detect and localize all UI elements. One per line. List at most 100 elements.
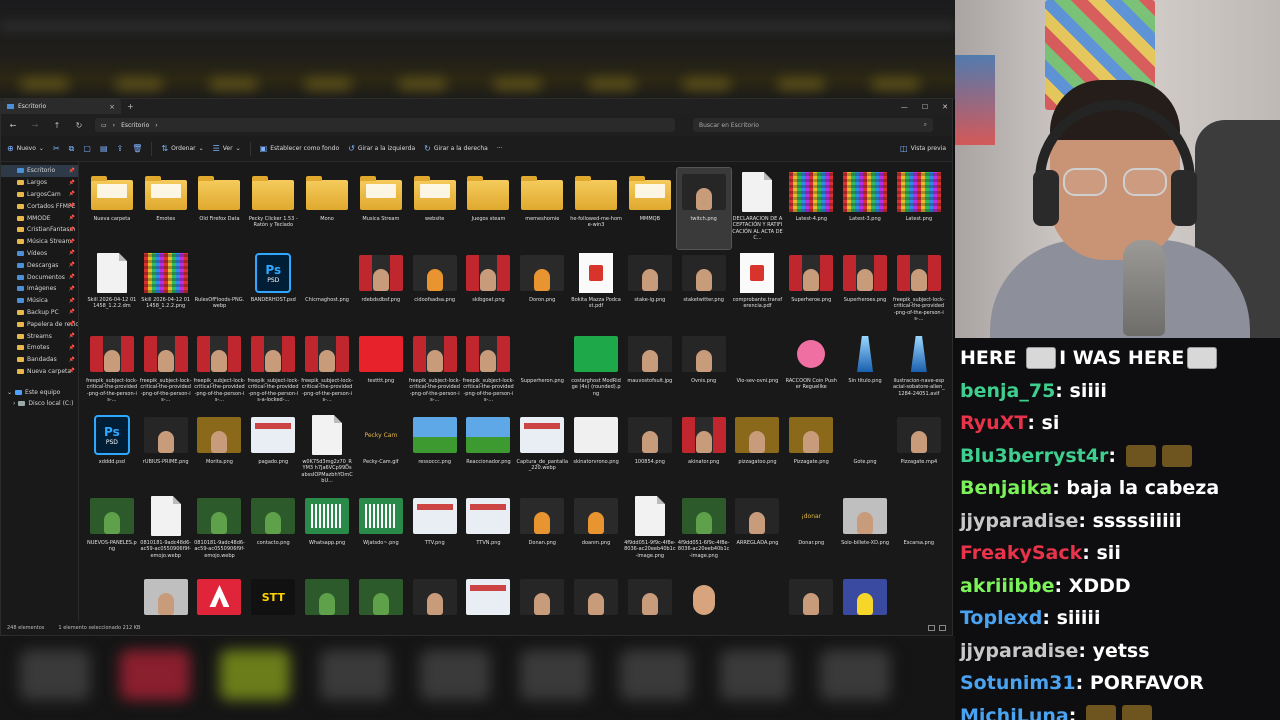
file-item[interactable]: 3.png [677, 573, 731, 622]
search-input[interactable]: Buscar en Escritorio ⌕ [693, 118, 933, 132]
view-button[interactable]: ☰ Ver ⌄ [213, 144, 241, 153]
file-item[interactable]: minecrafterios.png [300, 573, 354, 622]
new-button[interactable]: ⊕ Nuevo ⌄ [7, 144, 44, 153]
file-item[interactable]: ARREGLADA.png [731, 492, 785, 573]
file-item[interactable]: doanm.png [569, 492, 623, 573]
file-item[interactable]: STT[Stories to Tell] [246, 573, 300, 622]
breadcrumb-escritorio[interactable]: Escritorio [121, 122, 149, 129]
chat-username[interactable]: HERE [960, 347, 1017, 369]
file-item[interactable]: Latest-3.png [838, 168, 892, 249]
file-item[interactable]: Morita.png [193, 411, 247, 492]
file-item[interactable]: Ovnis.png [677, 330, 731, 411]
file-item[interactable]: Nueva carpeta [85, 168, 139, 249]
file-item[interactable]: Pizzagate.png [784, 411, 838, 492]
sidebar-item[interactable]: Música Stream 📌 [1, 236, 78, 248]
file-item[interactable]: prueba.png [838, 573, 892, 622]
close-tab-icon[interactable]: × [109, 103, 115, 111]
file-item[interactable]: freepik_subject-lock-critical-the-provid… [139, 330, 193, 411]
rotate-left-button[interactable]: ↺ Girar a la izquierda [348, 144, 415, 153]
file-item[interactable]: Latest-4.png [784, 168, 838, 249]
file-item[interactable]: Old Firefox Data [193, 168, 247, 249]
sidebar-item[interactable]: Escritorio 📌 [1, 165, 78, 177]
tiles-view-icon[interactable] [939, 625, 946, 631]
file-item[interactable]: he-followed-me-home-win3 [569, 168, 623, 249]
sidebar-item[interactable]: Emotes 📌 [1, 342, 78, 354]
file-item[interactable]: Emotes [139, 168, 193, 249]
sidebar-item[interactable]: Descargas 📌 [1, 259, 78, 271]
copy-button[interactable]: ⧉ [69, 144, 75, 154]
sidebar-item[interactable]: LargosCam 📌 [1, 189, 78, 201]
file-item[interactable]: Skill 2026-04-12 011458_1.2.2.dm [85, 249, 139, 330]
file-item[interactable]: Wjatsdo~.png [354, 492, 408, 573]
file-item[interactable]: DECLARACIÓN DE ACEPTACIÓN Y RATIFICACIÓN… [731, 168, 785, 249]
file-item[interactable]: Superheroes.png [838, 249, 892, 330]
file-item[interactable]: Juegos steam [462, 168, 516, 249]
file-item[interactable]: stake-ig.png [623, 249, 677, 330]
file-item[interactable]: Captura_de_pantalla_220.webp [515, 411, 569, 492]
file-item[interactable]: ressoccc.png [408, 411, 462, 492]
file-item[interactable]: ¡donar Donar.png [784, 492, 838, 573]
file-item[interactable]: akinator.png [677, 411, 731, 492]
file-item[interactable]: memeshomie [515, 168, 569, 249]
file-item[interactable]: NUEVOS-PANELES.png [85, 492, 139, 573]
file-item[interactable]: mujeresreres.png [731, 573, 785, 622]
file-item[interactable]: pizzagatoo.png [731, 411, 785, 492]
back-arrow-icon[interactable]: ← [7, 121, 19, 130]
sidebar-item[interactable]: Streams 📌 [1, 330, 78, 342]
file-item[interactable]: 100854.png [623, 411, 677, 492]
file-item[interactable]: Reaccionador.png [462, 411, 516, 492]
file-item[interactable]: Chicmaghost.png [300, 249, 354, 330]
file-item[interactable]: Pecky Cam Pecky-Cam.gif [354, 411, 408, 492]
file-item[interactable]: contacto.png [246, 492, 300, 573]
file-item[interactable]: bEANIE.png [408, 573, 462, 622]
file-item[interactable]: peckckic.png [139, 573, 193, 622]
chat-username[interactable]: jjyparadise [960, 510, 1078, 532]
file-item[interactable]: Supperheron.png [515, 330, 569, 411]
file-item[interactable]: referencia.png [462, 573, 516, 622]
file-item[interactable]: THE FINALS [193, 573, 247, 622]
file-item[interactable]: 4f9dd051-9f9c-4f8e-8036-ac20eeb40b1c-ima… [623, 492, 677, 573]
delete-button[interactable]: 🗑 [132, 144, 142, 153]
file-item[interactable]: ilustracion-nave-espacial-sobatore-alien… [892, 330, 946, 411]
file-item[interactable]: freepik_subject-lock-critical-the-provid… [85, 330, 139, 411]
file-item[interactable]: freepik_subject-lock-critical-the-provid… [246, 330, 300, 411]
file-item[interactable]: best.png [623, 573, 677, 622]
sidebar-item[interactable]: Backup PC 📌 [1, 307, 78, 319]
file-item[interactable]: 0810181-9adc48d6-ac59-ac0550906f9f-emojo… [139, 492, 193, 573]
file-item[interactable]: Doron.png [515, 249, 569, 330]
file-item[interactable]: Whatsapp.png [300, 492, 354, 573]
file-item[interactable]: freepik_subject-lock-critical-the-provid… [300, 330, 354, 411]
file-item[interactable]: mauvostofsuit.jpg [623, 330, 677, 411]
sidebar-item[interactable]: Bandadas 📌 [1, 354, 78, 366]
file-item[interactable]: RulesOfFloods-PNG.webp [193, 249, 247, 330]
sidebar-this-pc[interactable]: ⌄ Este equipo [1, 387, 78, 398]
chat-username[interactable]: Benjaika [960, 477, 1052, 499]
file-item[interactable]: rUBIUS-PRIME.png [139, 411, 193, 492]
up-arrow-icon[interactable]: ↑ [51, 121, 63, 130]
sidebar-item[interactable]: Vídeos 📌 [1, 248, 78, 260]
sidebar-item[interactable]: MMODE 📌 [1, 212, 78, 224]
chat-username[interactable]: jjyparadise [960, 640, 1078, 662]
chat-username[interactable]: MichiLuna [960, 705, 1069, 720]
file-item[interactable]: freepik_subject-lock-critical-the-provid… [408, 330, 462, 411]
file-item[interactable]: rdebdsdbsf.png [354, 249, 408, 330]
file-item[interactable]: comentarios.png [892, 573, 946, 622]
more-button[interactable]: ··· [497, 145, 503, 152]
file-item[interactable]: Musica Stream [354, 168, 408, 249]
file-item[interactable]: Pecky-Donacion.png [85, 573, 139, 622]
chat-username[interactable]: Sotunim31 [960, 672, 1076, 694]
file-item[interactable]: skibgoat.png [462, 249, 516, 330]
sidebar-item[interactable]: Música 📌 [1, 295, 78, 307]
sidebar-item[interactable]: Cortados FFMPE 📌 [1, 200, 78, 212]
chat-username[interactable]: RyuXT [960, 412, 1027, 434]
share-button[interactable]: ⇪ [117, 144, 124, 153]
file-item[interactable]: Superheroe.png [784, 249, 838, 330]
chat-username[interactable]: akriiibbe [960, 575, 1054, 597]
paste-button[interactable]: ▢ [83, 144, 91, 153]
file-item[interactable]: TTV.png [408, 492, 462, 573]
file-item[interactable]: freepik_subject-lock-critical-the-provid… [193, 330, 247, 411]
file-item[interactable]: testttt.png [354, 330, 408, 411]
file-item[interactable]: RACCOON Coin Pusher Reguelike [784, 330, 838, 411]
file-item[interactable]: Gote.png [838, 411, 892, 492]
file-item[interactable]: Sin título.png [838, 330, 892, 411]
